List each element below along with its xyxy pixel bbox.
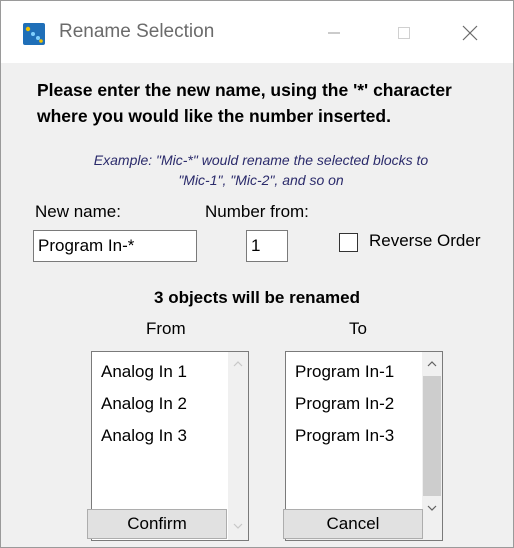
to-list-item[interactable]: Program In-3 [295, 426, 394, 446]
close-icon [462, 25, 478, 41]
example-text: Example: "Mic-*" would rename the select… [41, 150, 481, 190]
chevron-down-icon [427, 505, 437, 511]
new-name-label: New name: [35, 202, 121, 221]
maximize-button[interactable] [381, 15, 427, 51]
confirm-button[interactable]: Confirm [87, 509, 227, 539]
scroll-up-arrow[interactable] [422, 354, 442, 374]
rename-app-icon [23, 23, 45, 45]
to-list-item[interactable]: Program In-2 [295, 394, 394, 414]
scrollbar-corner [422, 520, 442, 540]
instruction-line-1: Please enter the new name, using the '*'… [37, 80, 452, 100]
instruction-line-2: where you would like the number inserted… [37, 106, 391, 126]
vertical-scroll-thumb[interactable] [423, 376, 441, 496]
scroll-down-arrow[interactable] [422, 498, 442, 518]
chevron-up-icon [427, 361, 437, 367]
window-title: Rename Selection [59, 21, 215, 42]
from-list-item[interactable]: Analog In 2 [101, 394, 187, 414]
rename-count-text: 3 objects will be renamed [154, 288, 360, 307]
from-list-item[interactable]: Analog In 3 [101, 426, 187, 446]
dialog-body: Please enter the new name, using the '*'… [1, 63, 513, 547]
from-list-item[interactable]: Analog In 1 [101, 362, 187, 382]
number-from-label: Number from: [205, 202, 309, 221]
scroll-up-arrow[interactable] [228, 354, 248, 374]
to-list-vertical-scrollbar[interactable] [422, 352, 442, 520]
minimize-icon [328, 32, 340, 34]
example-line-1: Example: "Mic-*" would rename the select… [93, 152, 429, 168]
close-button[interactable] [447, 15, 493, 51]
to-column-header: To [349, 319, 367, 338]
new-name-input[interactable]: Program In-* [33, 230, 197, 262]
maximize-icon [398, 27, 410, 39]
scroll-down-arrow[interactable] [228, 516, 248, 536]
to-list-item[interactable]: Program In-1 [295, 362, 394, 382]
cancel-button[interactable]: Cancel [283, 509, 423, 539]
instruction-text: Please enter the new name, using the '*'… [37, 77, 507, 129]
from-column-header: From [146, 319, 186, 338]
chevron-up-icon [233, 361, 243, 367]
reverse-order-label[interactable]: Reverse Order [369, 231, 480, 251]
from-list-vertical-scrollbar[interactable] [228, 352, 248, 540]
reverse-order-checkbox[interactable] [339, 233, 358, 252]
number-from-input[interactable]: 1 [246, 230, 288, 262]
chevron-down-icon [233, 523, 243, 529]
rename-selection-dialog: Rename Selection Please enter the new na… [0, 0, 514, 548]
example-line-2: "Mic-1", "Mic-2", and so on [178, 172, 344, 188]
minimize-button[interactable] [311, 15, 357, 51]
title-bar[interactable]: Rename Selection [1, 1, 513, 63]
